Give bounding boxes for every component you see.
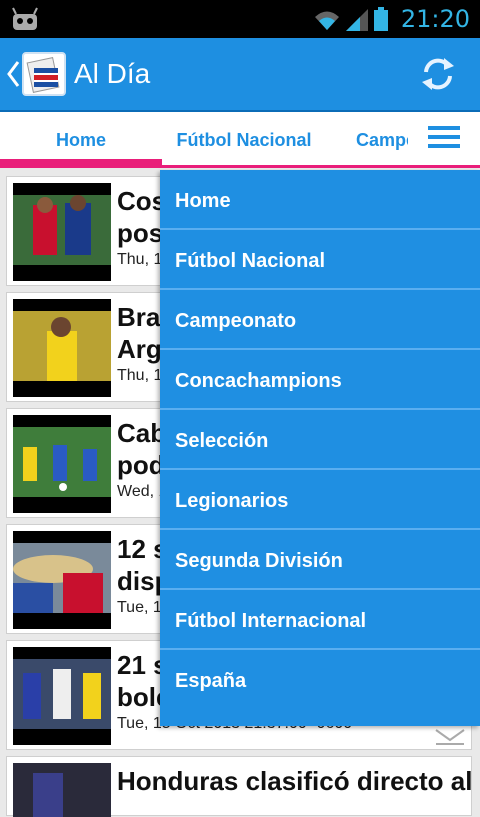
article-thumbnail	[13, 647, 111, 745]
menu-item-label: Legionarios	[175, 490, 289, 512]
app-title: Al Día	[74, 58, 151, 89]
article-thumbnail	[13, 299, 111, 397]
menu-item-seleccion[interactable]: Selección	[160, 410, 480, 470]
status-bar: 21:20	[0, 0, 480, 38]
menu-item-concachampions[interactable]: Concachampions	[160, 350, 480, 410]
wifi-icon	[315, 11, 339, 30]
android-debug-icon	[12, 7, 38, 30]
newspaper-flag-icon	[26, 57, 60, 93]
article-title: Honduras clasificó directo al	[117, 766, 473, 796]
menu-hamburger-icon[interactable]	[428, 126, 460, 150]
menu-item-label: Segunda División	[175, 550, 343, 572]
menu-item-home[interactable]: Home	[160, 170, 480, 230]
tab-futbol-nacional[interactable]: Fútbol Nacional	[162, 130, 326, 151]
menu-item-espana[interactable]: España	[160, 650, 480, 710]
menu-item-label: Concachampions	[175, 370, 342, 392]
tab-home[interactable]: Home	[0, 130, 162, 151]
article-thumbnail	[13, 531, 111, 629]
article-date: Thu, 1	[117, 251, 163, 268]
menu-item-label: Fútbol Internacional	[175, 610, 367, 632]
category-dropdown-menu: Home Fútbol Nacional Campeonato Concacha…	[160, 170, 480, 726]
article-date: Tue, 1	[117, 599, 162, 616]
tab-campeonato[interactable]: Campe	[356, 130, 408, 151]
article-thumbnail	[13, 183, 111, 281]
tab-bar: Home Fútbol Nacional Campe	[0, 112, 480, 168]
menu-item-futbol-nacional[interactable]: Fútbol Nacional	[160, 230, 480, 290]
signal-icon	[346, 9, 368, 31]
action-bar: Al Día	[0, 38, 480, 112]
article-card[interactable]: Honduras clasificó directo al	[6, 756, 473, 817]
article-thumbnail	[13, 763, 111, 817]
menu-item-futbol-internacional[interactable]: Fútbol Internacional	[160, 590, 480, 650]
battery-icon	[374, 7, 388, 31]
refresh-icon[interactable]	[418, 54, 458, 94]
menu-item-campeonato[interactable]: Campeonato	[160, 290, 480, 350]
menu-item-label: Fútbol Nacional	[175, 250, 325, 272]
scroll-down-icon[interactable]	[434, 726, 466, 746]
menu-item-label: Selección	[175, 430, 269, 452]
article-date: Thu, 1	[117, 367, 163, 384]
menu-item-label: Home	[175, 190, 231, 212]
back-chevron-icon[interactable]	[6, 60, 20, 88]
menu-item-label: Campeonato	[175, 310, 297, 332]
tab-indicator	[0, 159, 162, 165]
app-logo-icon[interactable]	[22, 52, 66, 96]
menu-item-label: España	[175, 670, 247, 692]
article-thumbnail	[13, 415, 111, 513]
status-time: 21:20	[400, 5, 470, 33]
menu-item-segunda-division[interactable]: Segunda División	[160, 530, 480, 590]
menu-item-legionarios[interactable]: Legionarios	[160, 470, 480, 530]
